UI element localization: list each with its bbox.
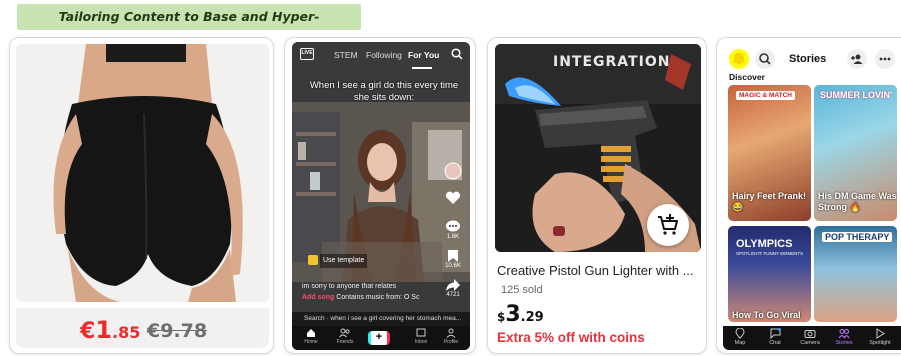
add-to-cart-button[interactable] — [647, 204, 689, 246]
add-friend-button[interactable] — [847, 49, 867, 69]
music-credit: Contains music from: O Sc — [336, 294, 420, 301]
product-price: $3.29 — [497, 302, 544, 327]
top-nav: LIVE STEM Following For You — [292, 48, 470, 69]
page-title: Stories — [789, 53, 827, 65]
comment-count: 1.6K — [446, 234, 460, 240]
add-song-row[interactable]: Add song Contains music from: O Sc — [302, 294, 452, 301]
discover-heading: Discover — [729, 72, 765, 82]
tile-tag: POP THERAPY — [822, 232, 893, 242]
image-brand-text: INTEGRATION — [553, 54, 670, 70]
tab-for-you[interactable]: For You — [408, 50, 439, 60]
tile-caption: His DM Game Was Strong 🔥 — [818, 191, 897, 212]
live-icon[interactable]: LIVE — [300, 48, 314, 60]
bottom-nav: Map Chat Camera Stories Spotlight — [723, 326, 901, 350]
create-button[interactable]: + — [368, 331, 390, 345]
nav-stories[interactable]: Stories — [829, 328, 859, 346]
stories-card[interactable]: Stories Discover MAGIC & MATCH Hairy Fee… — [716, 37, 901, 354]
story-tile[interactable]: MAGIC & MATCH Hairy Feet Prank! 😂 — [728, 85, 811, 221]
bitmoji-avatar[interactable] — [729, 49, 749, 69]
inbox-icon — [416, 328, 426, 337]
search-button[interactable] — [755, 49, 775, 69]
heart-icon — [445, 191, 461, 204]
more-icon — [879, 57, 891, 61]
coin-promo: Extra 5% off with coins — [497, 330, 645, 345]
camera-icon — [804, 330, 816, 338]
bookmark-button[interactable]: 10.6K — [440, 249, 466, 278]
nav-profile[interactable]: Profile — [436, 328, 466, 345]
template-icon — [308, 255, 318, 266]
chat-icon — [770, 328, 781, 339]
cart-plus-icon — [658, 214, 678, 235]
active-tab-indicator — [412, 67, 432, 69]
tab-following[interactable]: Following — [366, 50, 402, 60]
search-icon[interactable] — [451, 48, 463, 60]
price-band — [16, 308, 269, 348]
video-caption: When I see a girl do this every time she… — [309, 80, 459, 103]
bottom-nav: Home Friends + Inbox Profile — [292, 326, 470, 350]
use-template-button[interactable]: Use template — [304, 254, 371, 268]
comment-button[interactable]: 1.6K — [440, 220, 466, 249]
avatar-button[interactable] — [440, 162, 466, 191]
bookmark-count: 10.6K — [445, 263, 461, 269]
stories-icon — [838, 329, 850, 339]
profile-icon — [446, 328, 456, 338]
short-video-card[interactable]: LIVE STEM Following For You When I see a… — [284, 37, 476, 354]
sold-count: 125 sold — [501, 284, 543, 296]
stories-header: Stories — [723, 46, 901, 74]
sale-price: €1.85 — [80, 316, 141, 344]
product-image[interactable] — [16, 44, 269, 302]
nav-map[interactable]: Map — [725, 328, 755, 346]
product-title[interactable]: Creative Pistol Gun Lighter with ... — [497, 263, 702, 278]
video-description: im sorry to anyone that relates — [302, 283, 397, 290]
story-tile[interactable]: OLYMPICS SPOTLIGHT: FUNNY MOMENTS How To… — [728, 226, 811, 322]
like-button[interactable] — [440, 191, 466, 220]
nav-home[interactable]: Home — [296, 328, 326, 345]
ghost-icon — [733, 53, 745, 65]
search-icon — [759, 53, 771, 65]
stories-screen: Stories Discover MAGIC & MATCH Hairy Fee… — [723, 44, 901, 350]
bookmark-icon — [448, 250, 458, 262]
nav-chat[interactable]: Chat — [760, 328, 790, 346]
nav-inbox[interactable]: Inbox — [406, 328, 436, 345]
section-banner: Tailoring Content to Base and Hyper-Pers… — [17, 4, 361, 50]
tile-subtag: SPOTLIGHT: FUNNY MOMENTS — [736, 251, 804, 256]
related-search-bar[interactable]: Search · when i see a girl covering her … — [292, 312, 470, 326]
story-tile[interactable]: POP THERAPY — [814, 226, 897, 322]
tile-tag: SUMMER LOVIN' — [820, 90, 893, 100]
nav-friends[interactable]: Friends — [330, 328, 360, 345]
tile-caption: Hairy Feet Prank! 😂 — [732, 191, 807, 212]
original-price: €9.78 — [147, 320, 208, 342]
story-tile[interactable]: SUMMER LOVIN' His DM Game Was Strong 🔥 — [814, 85, 897, 221]
tile-caption: How To Go Viral — [732, 310, 801, 320]
add-song-label: Add song — [302, 294, 335, 301]
friends-icon — [339, 328, 350, 338]
tab-stem[interactable]: STEM — [334, 50, 358, 60]
more-button[interactable] — [875, 49, 895, 69]
tile-tag: OLYMPICS — [736, 238, 793, 250]
map-pin-icon — [735, 328, 745, 339]
product-card-shorts[interactable]: €1.85 €9.78 — [9, 37, 274, 354]
nav-camera[interactable]: Camera — [795, 328, 825, 346]
comment-icon — [446, 220, 460, 232]
play-icon — [876, 328, 885, 339]
nav-spotlight[interactable]: Spotlight — [865, 328, 895, 346]
add-friend-icon — [851, 54, 863, 64]
tile-tag: MAGIC & MATCH — [736, 91, 795, 100]
video-player[interactable]: LIVE STEM Following For You When I see a… — [292, 42, 470, 350]
home-icon — [307, 329, 315, 337]
product-card-lighter[interactable]: INTEGRATION Creative Pistol Gun Lighter … — [487, 37, 707, 354]
